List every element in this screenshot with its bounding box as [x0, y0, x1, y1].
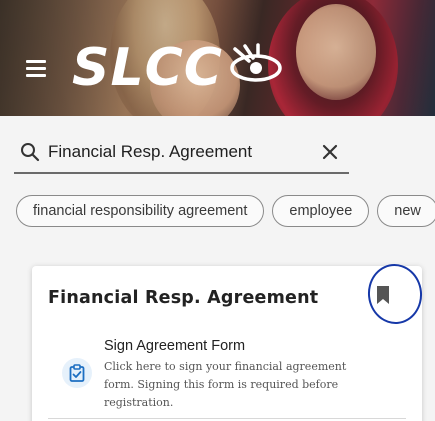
- sun-eye-logo-icon: [230, 43, 282, 82]
- task-icon-badge: [62, 358, 92, 388]
- header-banner: SLCC: [0, 0, 435, 116]
- task-description: Click here to sign your financial agreem…: [104, 360, 347, 409]
- chip-new[interactable]: new: [377, 195, 435, 227]
- card-divider: [48, 418, 406, 419]
- bookmark-icon[interactable]: [372, 284, 394, 306]
- result-card: Financial Resp. Agreement Sign Agreement…: [32, 261, 425, 421]
- slcc-logo[interactable]: SLCC: [72, 40, 287, 96]
- chip-financial-responsibility-agreement[interactable]: financial responsibility agreement: [16, 195, 265, 227]
- close-icon[interactable]: [321, 143, 339, 161]
- hamburger-menu-icon[interactable]: [26, 60, 46, 77]
- card-title: Financial Resp. Agreement: [48, 288, 319, 308]
- task-title-link[interactable]: Sign Agreement Form: [104, 338, 245, 354]
- search-icon: [21, 143, 40, 162]
- suggestion-chips: financial responsibility agreement emplo…: [16, 195, 435, 229]
- chip-employee[interactable]: employee: [272, 195, 370, 227]
- search-bar: [14, 132, 349, 174]
- clipboard-check-icon: [69, 364, 85, 382]
- search-input[interactable]: [48, 142, 308, 162]
- logo-text: SLCC: [72, 38, 223, 98]
